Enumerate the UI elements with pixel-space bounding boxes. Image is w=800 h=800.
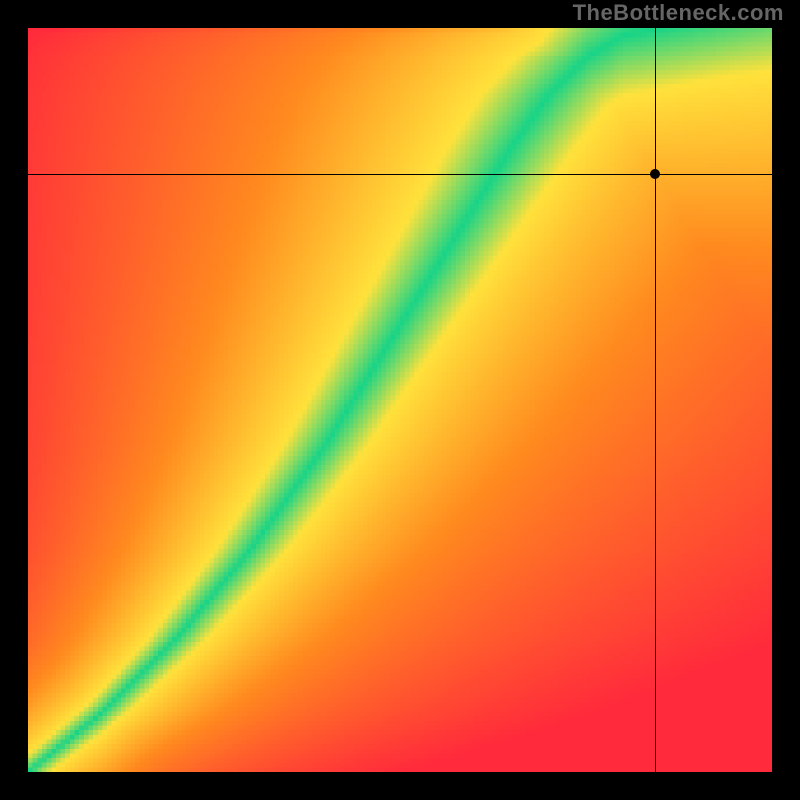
heatmap-canvas [28,28,772,772]
stage: TheBottleneck.com [0,0,800,800]
bottleneck-heatmap [28,28,772,772]
attribution-label: TheBottleneck.com [573,0,784,26]
